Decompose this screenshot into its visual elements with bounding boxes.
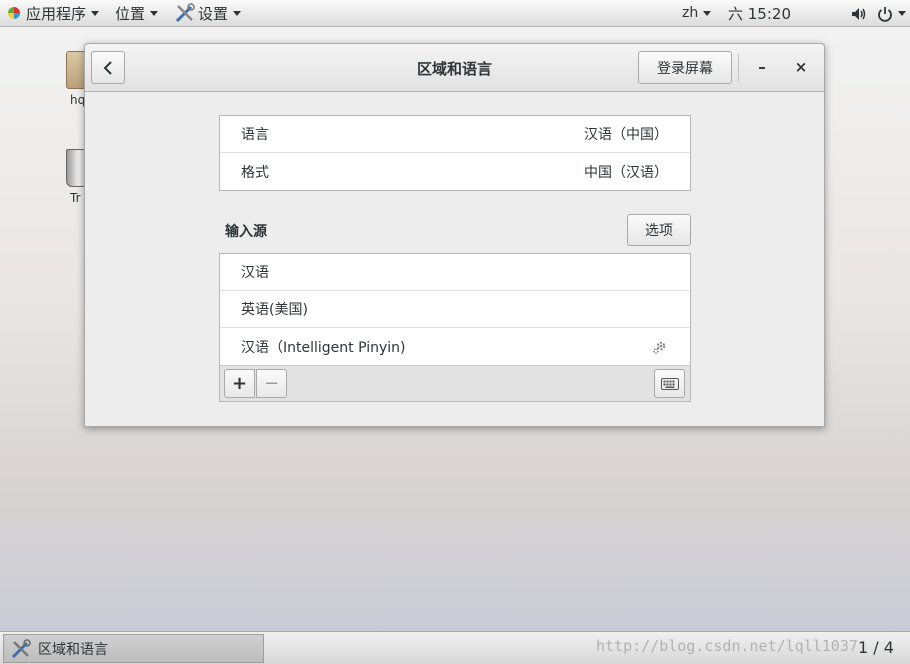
input-source-label: 英语(美国): [241, 302, 308, 318]
power-icon: [878, 6, 892, 22]
top-panel: 应用程序 位置 设置 zh 六 15:20: [0, 0, 910, 27]
volume-indicator[interactable]: [845, 0, 873, 27]
input-sources-list: 汉语 英语(美国) 汉语（Intelligent Pinyin): [219, 253, 691, 366]
applications-menu[interactable]: 应用程序: [0, 0, 107, 27]
apps-logo-icon: [8, 7, 20, 19]
input-sources-heading: 输入源: [225, 224, 267, 240]
settings-menu-label: 设置: [198, 4, 229, 23]
input-source-label: 汉语（Intelligent Pinyin): [241, 339, 406, 356]
places-menu[interactable]: 位置: [107, 0, 166, 27]
workspace-indicator[interactable]: 1 / 4: [858, 638, 894, 657]
taskbar-item-region-language[interactable]: 区域和语言: [3, 634, 264, 663]
minimize-button[interactable]: –: [752, 57, 772, 77]
places-menu-label: 位置: [115, 4, 146, 23]
tools-icon: [11, 638, 31, 658]
chevron-down-icon: [233, 10, 242, 16]
input-sources-toolbar: + −: [219, 365, 691, 402]
options-button[interactable]: 选项: [627, 214, 691, 246]
language-value: 汉语（中国）: [584, 127, 668, 143]
system-menu[interactable]: [873, 0, 910, 27]
speaker-icon: [852, 7, 866, 20]
chevron-down-icon: [703, 10, 712, 16]
format-label: 格式: [241, 164, 269, 181]
language-format-list: 语言 汉语（中国） 格式 中国（汉语）: [219, 115, 691, 191]
add-input-source-button[interactable]: +: [224, 369, 255, 398]
login-screen-button[interactable]: 登录屏幕: [638, 51, 732, 84]
gear-icon[interactable]: [652, 339, 668, 355]
show-keyboard-layout-button[interactable]: [654, 369, 685, 398]
remove-input-source-button[interactable]: −: [256, 369, 287, 398]
watermark-text: http://blog.csdn.net/lqll1037: [596, 637, 858, 655]
input-source-label: 汉语: [241, 265, 269, 281]
format-value: 中国（汉语）: [584, 164, 668, 181]
close-button[interactable]: ×: [791, 57, 811, 77]
region-language-window: 区域和语言 登录屏幕 – × 语言 汉语（中国） 格式 中国（汉语） 输入源 选…: [84, 43, 825, 427]
window-header: 区域和语言 登录屏幕 – ×: [85, 44, 824, 92]
chevron-down-icon: [91, 10, 100, 16]
taskbar-item-label: 区域和语言: [38, 641, 108, 658]
language-row[interactable]: 语言 汉语（中国）: [220, 116, 690, 153]
list-item[interactable]: 汉语: [220, 254, 690, 291]
list-item[interactable]: 英语(美国): [220, 291, 690, 328]
list-item[interactable]: 汉语（Intelligent Pinyin): [220, 328, 690, 365]
settings-menu[interactable]: 设置: [166, 0, 249, 27]
chevron-down-icon: [898, 11, 906, 16]
bottom-panel: 区域和语言 http://blog.csdn.net/lqll1037 1 / …: [0, 631, 910, 664]
clock-label: 六 15:20: [728, 5, 791, 23]
keyboard-icon: [660, 377, 679, 390]
input-method-indicator[interactable]: zh: [674, 0, 719, 27]
format-row[interactable]: 格式 中国（汉语）: [220, 153, 690, 190]
applications-menu-label: 应用程序: [26, 4, 87, 23]
language-label: 语言: [241, 127, 269, 143]
clock[interactable]: 六 15:20: [728, 0, 791, 27]
header-separator: [738, 54, 739, 82]
tools-icon: [175, 3, 195, 23]
input-method-label: zh: [682, 5, 699, 21]
chevron-down-icon: [150, 10, 159, 16]
